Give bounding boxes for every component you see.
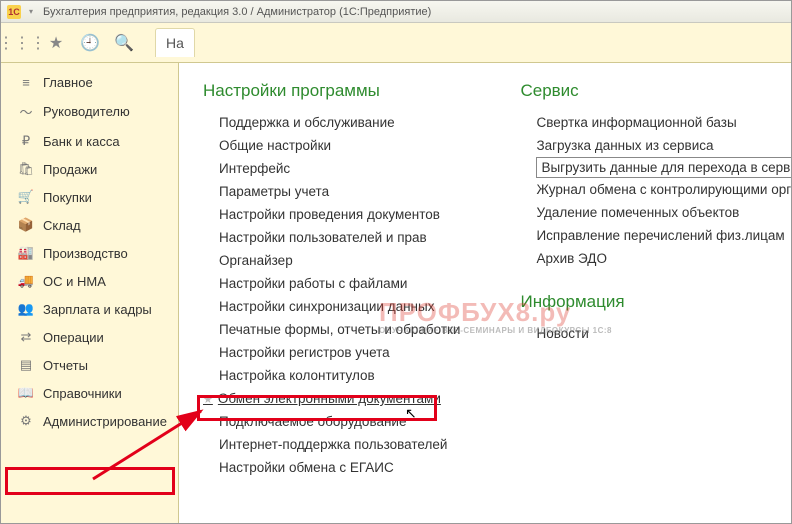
link-print-forms[interactable]: Печатные формы, отчеты и обработки: [219, 318, 460, 341]
sidebar-item-label: Зарплата и кадры: [43, 302, 152, 317]
sidebar-item-label: Руководителю: [43, 104, 130, 119]
sidebar-item-production[interactable]: 🏭 Производство: [1, 239, 178, 267]
service-heading: Сервис: [520, 81, 791, 101]
sidebar-item-administration[interactable]: ⚙ Администрирование: [1, 407, 178, 435]
link-export-service[interactable]: Выгрузить данные для перехода в сервис: [536, 157, 791, 178]
sidebar-item-bank[interactable]: ₽ Банк и касса: [1, 127, 178, 155]
window-title-bar: 1C ▾ Бухгалтерия предприятия, редакция 3…: [1, 1, 791, 23]
chart-icon: 〜: [17, 102, 35, 121]
link-support[interactable]: Поддержка и обслуживание: [219, 111, 460, 134]
box-icon: 📦: [17, 217, 35, 233]
window-title-text: Бухгалтерия предприятия, редакция 3.0 / …: [43, 6, 431, 18]
sidebar-item-label: Главное: [43, 75, 93, 90]
title-dropdown-icon[interactable]: ▾: [25, 6, 37, 18]
apps-grid-icon[interactable]: ⋮⋮⋮: [7, 28, 37, 58]
tab-start[interactable]: На: [155, 28, 195, 57]
link-news[interactable]: Новости: [536, 322, 791, 345]
link-general-settings[interactable]: Общие настройки: [219, 134, 460, 157]
cart-icon: 🛒: [17, 189, 35, 205]
sidebar-item-manager[interactable]: 〜 Руководителю: [1, 96, 178, 127]
service-column: Сервис Свертка информационной базы Загру…: [520, 81, 791, 479]
navigation-sidebar: ≡ Главное 〜 Руководителю ₽ Банк и касса 🛍 Пр…: [1, 63, 179, 523]
sidebar-item-hr[interactable]: 👥 Зарплата и кадры: [1, 295, 178, 323]
sidebar-item-operations[interactable]: ⇄ Операции: [1, 323, 178, 351]
sidebar-item-label: Операции: [43, 330, 104, 345]
sidebar-item-label: Склад: [43, 218, 81, 233]
ruble-icon: ₽: [17, 133, 35, 149]
bag-icon: 🛍: [17, 161, 35, 177]
sidebar-item-sales[interactable]: 🛍 Продажи: [1, 155, 178, 183]
link-file-settings[interactable]: Настройки работы с файлами: [219, 272, 460, 295]
content-area: ПРОФБУХ8.ру ОБУЧАЮЩИЕ ВЕБ-СЕМИНАРЫ И ВИД…: [179, 63, 791, 523]
sidebar-item-label: Администрирование: [43, 414, 167, 429]
link-interface[interactable]: Интерфейс: [219, 157, 460, 180]
people-icon: 👥: [17, 301, 35, 317]
sidebar-item-label: ОС и НМА: [43, 274, 106, 289]
link-load-service[interactable]: Загрузка данных из сервиса: [536, 134, 791, 157]
settings-column: Настройки программы Поддержка и обслужив…: [203, 81, 460, 479]
link-register-settings[interactable]: Настройки регистров учета: [219, 341, 460, 364]
link-peripherals[interactable]: Подключаемое оборудование: [219, 410, 460, 433]
link-regulator-log[interactable]: Журнал обмена с контролирующими органами: [536, 178, 791, 201]
sidebar-item-catalogs[interactable]: 📖 Справочники: [1, 379, 178, 407]
link-accounting-params[interactable]: Параметры учета: [219, 180, 460, 203]
link-header-footer[interactable]: Настройка колонтитулов: [219, 364, 460, 387]
sidebar-item-label: Отчеты: [43, 358, 88, 373]
sidebar-item-reports[interactable]: ▤ Отчеты: [1, 351, 178, 379]
sidebar-item-purchases[interactable]: 🛒 Покупки: [1, 183, 178, 211]
link-delete-marked[interactable]: Удаление помеченных объектов: [536, 201, 791, 224]
app-icon: 1C: [7, 5, 21, 19]
link-db-rollup[interactable]: Свертка информационной базы: [536, 111, 791, 134]
link-fix-transfers[interactable]: Исправление перечислений физ.лицам: [536, 224, 791, 247]
favorites-star-icon[interactable]: ★: [41, 28, 71, 58]
history-clock-icon[interactable]: 🕘: [75, 28, 105, 58]
swap-icon: ⇄: [17, 329, 35, 345]
sidebar-item-label: Продажи: [43, 162, 97, 177]
sidebar-item-label: Покупки: [43, 190, 92, 205]
report-icon: ▤: [17, 357, 35, 373]
sidebar-item-warehouse[interactable]: 📦 Склад: [1, 211, 178, 239]
link-sync-settings[interactable]: Настройки синхронизации данных: [219, 295, 460, 318]
search-icon[interactable]: 🔍: [109, 28, 139, 58]
settings-heading: Настройки программы: [203, 81, 460, 101]
link-edo-exchange[interactable]: Обмен электронными документами: [219, 387, 460, 410]
sidebar-item-main[interactable]: ≡ Главное: [1, 69, 178, 96]
sidebar-item-label: Справочники: [43, 386, 122, 401]
link-document-posting[interactable]: Настройки проведения документов: [219, 203, 460, 226]
link-internet-support[interactable]: Интернет-поддержка пользователей: [219, 433, 460, 456]
truck-icon: 🚚: [17, 273, 35, 289]
book-icon: 📖: [17, 385, 35, 401]
factory-icon: 🏭: [17, 245, 35, 261]
link-user-rights[interactable]: Настройки пользователей и прав: [219, 226, 460, 249]
sidebar-item-label: Производство: [43, 246, 128, 261]
main-toolbar: ⋮⋮⋮ ★ 🕘 🔍 На: [1, 23, 791, 63]
sidebar-item-assets[interactable]: 🚚 ОС и НМА: [1, 267, 178, 295]
sidebar-item-label: Банк и касса: [43, 134, 120, 149]
link-organizer[interactable]: Органайзер: [219, 249, 460, 272]
gear-icon: ⚙: [17, 413, 35, 429]
menu-icon: ≡: [17, 75, 35, 90]
link-egais[interactable]: Настройки обмена с ЕГАИС: [219, 456, 460, 479]
info-heading: Информация: [520, 292, 791, 312]
link-edo-archive[interactable]: Архив ЭДО: [536, 247, 791, 270]
